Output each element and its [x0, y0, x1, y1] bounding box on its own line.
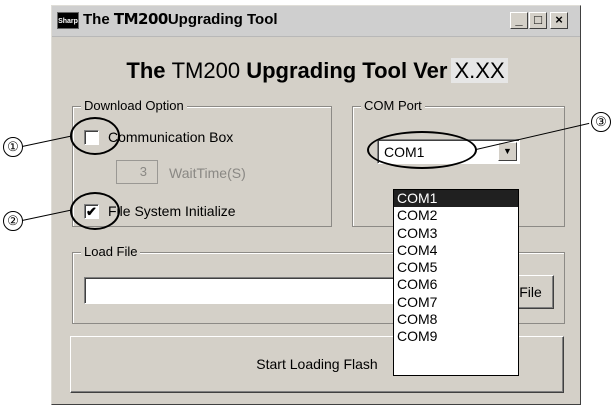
callout-ellipse-com-port [367, 131, 477, 169]
wait-time-label: WaitTime(S) [169, 165, 246, 181]
heading-rest: Upgrading Tool Ver [240, 58, 448, 83]
com-port-dropdown-list: COM1 COM2 COM3 COM4 COM5 COM6 COM7 COM8 … [393, 189, 519, 376]
title-suffix: Upgrading Tool [167, 11, 278, 28]
com-port-option[interactable]: COM1 [394, 190, 518, 208]
load-file-path-input[interactable] [84, 277, 414, 304]
com-port-option[interactable]: COM9 [394, 328, 518, 345]
select-file-button-label: File [519, 284, 542, 300]
wait-time-input[interactable]: 3 [116, 160, 158, 184]
chevron-down-icon[interactable]: ▼ [498, 142, 517, 161]
title-prefix: The [83, 11, 114, 28]
load-file-label: Load File [81, 244, 141, 259]
heading-version: X.XX [451, 58, 508, 83]
com-port-label: COM Port [361, 98, 425, 113]
com-port-option[interactable]: COM8 [394, 311, 518, 328]
com-port-option[interactable]: COM3 [394, 225, 518, 242]
upgrading-tool-window: Sharp The TM200Upgrading Tool _ □ × The … [51, 5, 581, 405]
download-option-label: Download Option [81, 98, 187, 113]
maximize-button[interactable]: □ [529, 12, 547, 29]
com-port-option[interactable]: COM4 [394, 242, 518, 259]
com-port-option[interactable]: COM5 [394, 259, 518, 276]
app-heading: The TM200 Upgrading Tool Ver X.XX [52, 58, 582, 84]
callout-number-1: ① [3, 137, 23, 157]
com-port-option[interactable]: COM7 [394, 294, 518, 311]
minimize-button[interactable]: _ [510, 12, 528, 29]
start-loading-flash-label: Start Loading Flash [256, 356, 378, 372]
file-system-initialize-label: File System Initialize [108, 203, 236, 219]
title-bar[interactable]: Sharp The TM200Upgrading Tool _ □ × [52, 6, 580, 37]
callout-ellipse-file-system-initialize [70, 192, 120, 230]
com-port-option[interactable]: COM2 [394, 207, 518, 224]
close-button[interactable]: × [550, 12, 568, 29]
callout-ellipse-communication-box [70, 117, 120, 155]
callout-number-3: ③ [591, 112, 611, 132]
callout-number-2: ② [3, 211, 23, 231]
heading-model: TM200 [171, 58, 241, 83]
heading-the: The [126, 58, 172, 83]
app-logo-icon: Sharp [57, 12, 79, 29]
communication-box-label: Communication Box [108, 129, 234, 145]
com-port-option[interactable]: COM6 [394, 276, 518, 293]
window-title: The TM200Upgrading Tool [83, 10, 278, 28]
title-model: TM200 [113, 10, 168, 28]
